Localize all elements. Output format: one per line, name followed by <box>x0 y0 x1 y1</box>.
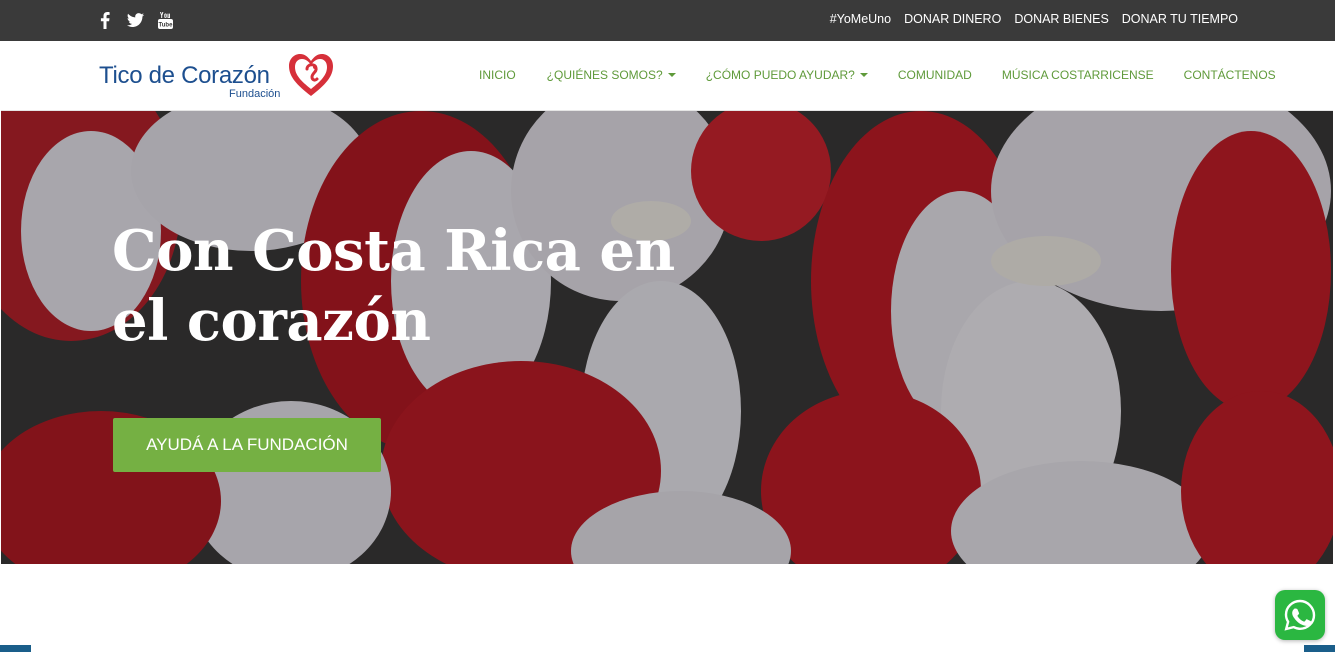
whatsapp-icon <box>1284 599 1316 631</box>
donar-tiempo-link[interactable]: DONAR TU TIEMPO <box>1122 12 1238 26</box>
nav-quienes-somos-label: ¿QUIÉNES SOMOS? <box>546 68 663 82</box>
hero-title-line2: el corazón <box>112 288 431 354</box>
donar-dinero-link[interactable]: DONAR DINERO <box>904 12 1001 26</box>
svg-text:Tube: Tube <box>158 22 172 28</box>
nav-comunidad[interactable]: COMUNIDAD <box>898 68 972 82</box>
heart-logo-icon <box>289 54 333 96</box>
facebook-icon[interactable] <box>96 11 114 29</box>
yomeuno-link[interactable]: #YoMeUno <box>830 12 891 26</box>
top-bar: Tube #YoMeUno DONAR DINERO DONAR BIENES … <box>0 0 1335 41</box>
nav-quienes-somos[interactable]: ¿QUIÉNES SOMOS? <box>547 68 676 82</box>
hero-title: Con Costa Rica en el corazón <box>112 216 732 356</box>
logo-subtitle: Fundación <box>229 88 281 100</box>
nav-contactenos[interactable]: CONTÁCTENOS <box>1184 68 1276 82</box>
nav-comunidad-label: COMUNIDAD <box>897 68 972 82</box>
hero-title-line1: Con Costa Rica en <box>112 218 675 284</box>
caret-down-icon <box>667 73 676 77</box>
donate-button[interactable]: AYUDÁ A LA FUNDACIÓN <box>113 418 381 472</box>
primary-nav: INICIO ¿QUIÉNES SOMOS? ¿CÓMO PUEDO AYUDA… <box>479 68 1276 82</box>
nav-musica-costarricense-label: MÚSICA COSTARRICENSE <box>1001 68 1154 82</box>
twitter-icon[interactable] <box>126 11 144 29</box>
main-navbar: Tico de Corazón Fundación INICIO ¿QUIÉNE… <box>1 41 1333 111</box>
nav-como-puedo-ayudar[interactable]: ¿CÓMO PUEDO AYUDAR? <box>706 68 868 82</box>
nav-contactenos-label: CONTÁCTENOS <box>1183 68 1276 82</box>
caret-down-icon <box>859 73 868 77</box>
social-links: Tube <box>96 11 174 29</box>
top-links: #YoMeUno DONAR DINERO DONAR BIENES DONAR… <box>830 12 1238 26</box>
nav-inicio[interactable]: INICIO <box>479 68 516 82</box>
nav-inicio-label: INICIO <box>479 68 516 82</box>
nav-como-puedo-ayudar-label: ¿CÓMO PUEDO AYUDAR? <box>705 68 855 82</box>
logo[interactable]: Tico de Corazón Fundación <box>97 51 337 103</box>
logo-title: Tico de Corazón <box>99 62 270 89</box>
nav-musica-costarricense[interactable]: MÚSICA COSTARRICENSE <box>1002 68 1154 82</box>
youtube-icon[interactable]: Tube <box>156 11 174 29</box>
whatsapp-button[interactable] <box>1275 590 1325 640</box>
donar-bienes-link[interactable]: DONAR BIENES <box>1014 12 1108 26</box>
hero-section: Con Costa Rica en el corazón AYUDÁ A LA … <box>1 111 1333 564</box>
content-card <box>31 564 1304 652</box>
